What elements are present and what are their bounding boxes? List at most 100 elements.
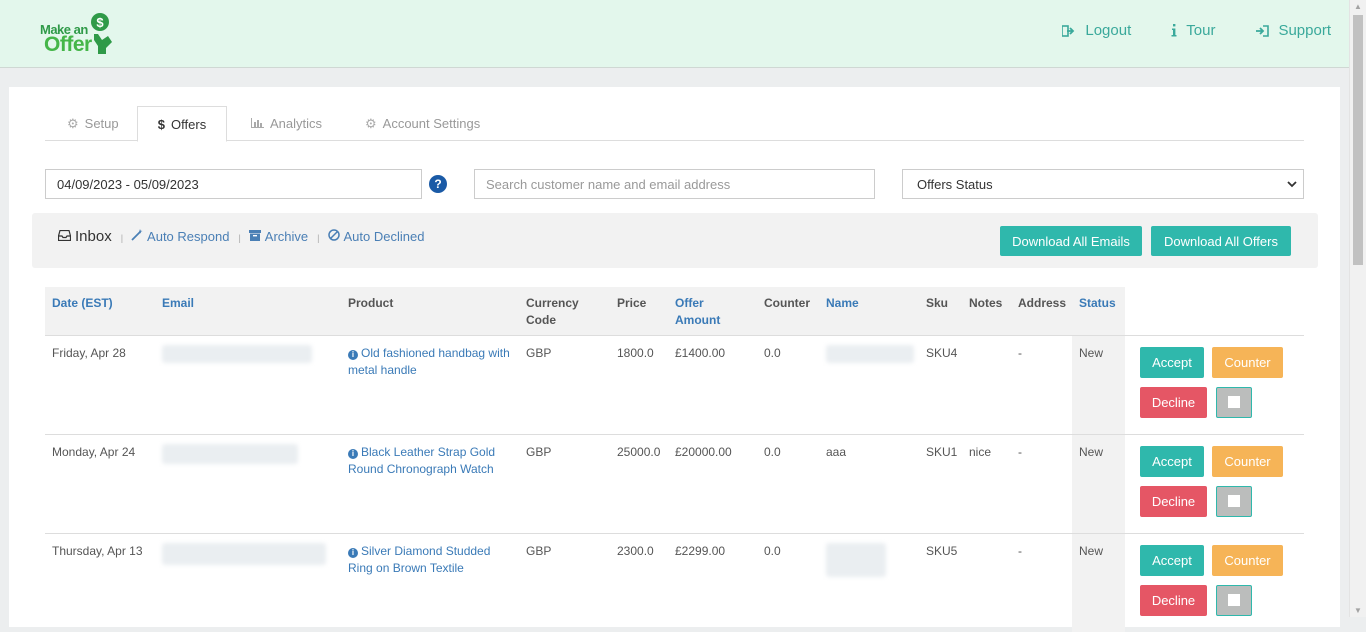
decline-button[interactable]: Decline (1140, 486, 1207, 517)
cell-notes: nice (962, 435, 1011, 534)
tab-analytics-label: Analytics (270, 116, 322, 131)
tab-setup[interactable]: ⚙ Setup (67, 106, 119, 141)
gear-icon: ⚙ (365, 116, 377, 132)
folder-toolbar: Inbox | Auto Respond | Archive | (32, 213, 1318, 268)
product-link[interactable]: Old fashioned handbag with metal handle (348, 346, 510, 377)
date-range-input[interactable] (45, 169, 422, 199)
redacted-email (162, 444, 298, 464)
cell-product[interactable]: iSilver Diamond Studded Ring on Brown Te… (341, 534, 519, 632)
cell-address: - (1011, 534, 1072, 632)
offers-table: Date (EST) Email Product Currency Code P… (45, 287, 1304, 632)
table-header-row: Date (EST) Email Product Currency Code P… (45, 287, 1304, 336)
cell-date: Monday, Apr 24 (45, 435, 155, 534)
main-panel: ⚙ Setup $ Offers Analytics ⚙ Account Set… (9, 87, 1340, 627)
cell-address: - (1011, 435, 1072, 534)
counter-button[interactable]: Counter (1212, 545, 1283, 576)
tab-offers[interactable]: $ Offers (137, 106, 227, 142)
select-checkbox[interactable] (1216, 585, 1252, 616)
column-header-actions (1125, 287, 1304, 336)
cell-date: Thursday, Apr 13 (45, 534, 155, 632)
redacted-name (826, 543, 886, 577)
cell-counter: 0.0 (757, 336, 819, 435)
cell-name (819, 336, 919, 435)
select-checkbox[interactable] (1216, 486, 1252, 517)
product-link[interactable]: Black Leather Strap Gold Round Chronogra… (348, 445, 495, 476)
column-header-address: Address (1011, 287, 1072, 336)
cell-product[interactable]: iBlack Leather Strap Gold Round Chronogr… (341, 435, 519, 534)
folder-auto-respond-label: Auto Respond (147, 229, 229, 244)
download-all-offers-button[interactable]: Download All Offers (1151, 226, 1291, 256)
svg-text:$: $ (96, 15, 104, 30)
scroll-up-arrow-icon[interactable]: ▲ (1354, 2, 1362, 11)
cell-sku: SKU5 (919, 534, 962, 632)
search-input[interactable] (474, 169, 875, 199)
cell-price: 2300.0 (610, 534, 668, 632)
product-link[interactable]: Silver Diamond Studded Ring on Brown Tex… (348, 544, 490, 575)
logout-icon (1062, 25, 1076, 37)
accept-button[interactable]: Accept (1140, 545, 1204, 576)
top-bar: Make an Offer $ Logout Tour Support (0, 0, 1349, 68)
table-row: Friday, Apr 28 iOld fashioned handbag wi… (45, 336, 1304, 435)
folder-auto-declined[interactable]: Auto Declined (328, 229, 425, 244)
cell-offer-amount: £2299.00 (668, 534, 757, 632)
redacted-email (162, 345, 312, 363)
counter-button[interactable]: Counter (1212, 347, 1283, 378)
cell-product[interactable]: iOld fashioned handbag with metal handle (341, 336, 519, 435)
column-header-counter: Counter (757, 287, 819, 336)
cell-sku: SKU4 (919, 336, 962, 435)
column-header-email[interactable]: Email (155, 287, 341, 336)
cell-actions: Accept Counter Decline (1125, 336, 1304, 435)
cell-currency: GBP (519, 435, 610, 534)
folder-separator: | (238, 233, 240, 243)
cell-email (155, 435, 341, 534)
tab-account-settings-label: Account Settings (383, 116, 481, 131)
folder-inbox[interactable]: Inbox (58, 228, 112, 245)
column-header-date[interactable]: Date (EST) (45, 287, 155, 336)
tab-account-settings[interactable]: ⚙ Account Settings (365, 106, 480, 141)
support-link[interactable]: Support (1255, 22, 1331, 39)
info-icon: i (348, 449, 358, 459)
cell-date: Friday, Apr 28 (45, 336, 155, 435)
folder-archive[interactable]: Archive (249, 229, 308, 244)
help-icon[interactable]: ? (429, 175, 447, 193)
accept-button[interactable]: Accept (1140, 347, 1204, 378)
column-header-offer-amount[interactable]: Offer Amount (668, 287, 757, 336)
cell-currency: GBP (519, 534, 610, 632)
tab-analytics[interactable]: Analytics (251, 106, 322, 141)
select-checkbox[interactable] (1216, 387, 1252, 418)
cell-status: New (1072, 336, 1125, 435)
cell-sku: SKU1 (919, 435, 962, 534)
decline-button[interactable]: Decline (1140, 387, 1207, 418)
cell-offer-amount: £20000.00 (668, 435, 757, 534)
tour-link[interactable]: Tour (1171, 22, 1215, 39)
cell-actions: Accept Counter Decline (1125, 435, 1304, 534)
folder-inbox-label: Inbox (75, 228, 112, 245)
info-icon (1171, 24, 1177, 37)
make-an-offer-logo[interactable]: Make an Offer $ (40, 12, 116, 56)
cell-currency: GBP (519, 336, 610, 435)
folder-nav: Inbox | Auto Respond | Archive | (58, 228, 424, 245)
scrollbar-thumb[interactable] (1353, 15, 1363, 265)
scroll-down-arrow-icon[interactable]: ▼ (1354, 606, 1362, 615)
logout-link[interactable]: Logout (1062, 22, 1131, 39)
tab-setup-label: Setup (85, 116, 119, 131)
accept-button[interactable]: Accept (1140, 446, 1204, 477)
column-header-status[interactable]: Status (1072, 287, 1125, 336)
checkbox-square-icon (1228, 594, 1240, 606)
decline-button[interactable]: Decline (1140, 585, 1207, 616)
column-header-product: Product (341, 287, 519, 336)
download-all-emails-button[interactable]: Download All Emails (1000, 226, 1142, 256)
cell-email (155, 534, 341, 632)
folder-auto-respond[interactable]: Auto Respond (131, 229, 229, 244)
info-icon: i (348, 548, 358, 558)
gear-icon: ⚙ (67, 116, 79, 132)
column-header-name[interactable]: Name (819, 287, 919, 336)
offers-status-select[interactable]: Offers Status (902, 169, 1304, 199)
cell-notes (962, 534, 1011, 632)
column-header-price: Price (610, 287, 668, 336)
tab-offers-label: Offers (171, 117, 206, 132)
archive-icon (249, 229, 261, 244)
counter-button[interactable]: Counter (1212, 446, 1283, 477)
page-scrollbar[interactable]: ▲ ▼ (1349, 0, 1366, 617)
logout-label: Logout (1085, 22, 1131, 39)
